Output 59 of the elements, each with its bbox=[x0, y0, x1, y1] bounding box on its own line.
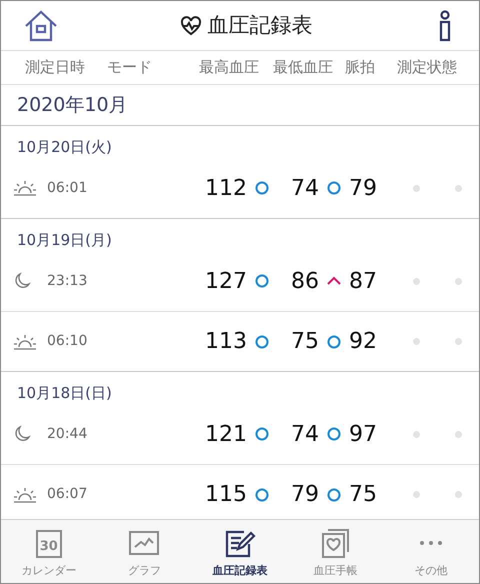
column-header: 測定状態 bbox=[396, 57, 458, 78]
diastolic-value: 74 bbox=[290, 174, 319, 202]
sunrise-icon bbox=[13, 334, 37, 350]
dot-icon bbox=[412, 491, 420, 498]
tab[interactable]: グラフ bbox=[96, 520, 192, 583]
dot-icon bbox=[412, 278, 420, 284]
time-text: 20:44 bbox=[47, 424, 88, 444]
dot-icon bbox=[454, 491, 462, 498]
more-icon bbox=[419, 540, 444, 546]
time-text: 23:13 bbox=[47, 272, 88, 290]
systolic-value: 127 bbox=[204, 268, 247, 296]
pulse-value: 75 bbox=[349, 481, 378, 509]
home-button[interactable] bbox=[23, 8, 59, 44]
date-heading: 10月19日(月) bbox=[17, 230, 112, 250]
column-header: 最低血圧 bbox=[272, 57, 334, 78]
moon-icon bbox=[13, 425, 31, 443]
date-heading: 10月20日(火) bbox=[17, 136, 112, 158]
tab[interactable]: 30 カレンダー bbox=[1, 520, 97, 583]
tab[interactable]: 血圧記録表 bbox=[192, 520, 288, 583]
systolic-value: 115 bbox=[204, 481, 247, 509]
page-title: 血圧記録表 bbox=[208, 12, 312, 39]
tab[interactable]: 血圧手帳 bbox=[288, 520, 384, 583]
sunrise-icon bbox=[13, 180, 37, 196]
time-text: 06:10 bbox=[47, 332, 88, 351]
tab[interactable]: その他 bbox=[383, 520, 479, 583]
diastolic-value: 79 bbox=[290, 481, 319, 509]
column-header: 最高血圧 bbox=[198, 57, 260, 78]
pulse-value: 79 bbox=[349, 174, 378, 202]
column-header: 脈拍 bbox=[344, 57, 376, 78]
systolic-value: 121 bbox=[204, 420, 247, 448]
dot-icon bbox=[454, 278, 462, 284]
time-text: 06:01 bbox=[47, 178, 88, 198]
line-chart-icon bbox=[129, 530, 160, 556]
dot-icon bbox=[412, 430, 420, 438]
column-header: 測定日時 bbox=[24, 57, 86, 78]
calendar-date: 30 bbox=[40, 538, 58, 556]
moon-icon bbox=[13, 272, 31, 290]
diastolic-value: 75 bbox=[290, 328, 319, 356]
dot-icon bbox=[454, 430, 462, 438]
sunrise-icon bbox=[13, 486, 37, 502]
time-text: 06:07 bbox=[47, 485, 88, 504]
dot-icon bbox=[454, 184, 462, 192]
heart-notebook-icon bbox=[322, 528, 350, 558]
heart-pulse-icon bbox=[180, 16, 202, 36]
dot-icon bbox=[412, 184, 420, 192]
systolic-value: 112 bbox=[204, 174, 247, 202]
dot-icon bbox=[454, 338, 462, 345]
systolic-value: 113 bbox=[204, 328, 247, 356]
diastolic-value: 86 bbox=[290, 268, 319, 296]
date-heading: 10月18日(日) bbox=[17, 382, 112, 404]
pulse-value: 97 bbox=[349, 420, 378, 448]
info-icon bbox=[438, 10, 452, 42]
home-icon bbox=[24, 10, 58, 42]
dot-icon bbox=[412, 338, 420, 345]
month-heading: 2020年10月 bbox=[17, 92, 128, 118]
column-header: モード bbox=[106, 57, 153, 78]
diastolic-value: 74 bbox=[290, 420, 319, 448]
pulse-value: 87 bbox=[349, 268, 378, 296]
pulse-value: 92 bbox=[349, 328, 378, 356]
